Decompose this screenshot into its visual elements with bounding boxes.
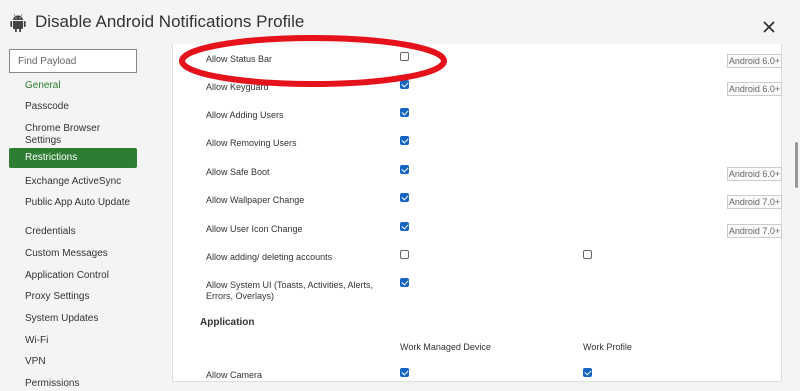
allow-user-icon-change-label: Allow User Icon Change (206, 224, 303, 234)
allow-adding-deleting-accounts-label: Allow adding/ deleting accounts (206, 252, 333, 262)
sidebar-item-custom-messages[interactable]: Custom Messages (9, 248, 137, 260)
allow-adding-users-label: Allow Adding Users (206, 110, 284, 120)
allow-adding-deleting-accounts-checkbox[interactable] (400, 250, 409, 259)
allow-wallpaper-change-checkbox[interactable] (400, 193, 409, 202)
sidebar-item-credentials[interactable]: Credentials (9, 226, 137, 238)
sidebar-item-application-control[interactable]: Application Control (9, 270, 137, 282)
restrictions-panel: Allow Status Bar Android 6.0+ Allow Keyg… (172, 44, 782, 382)
android-icon (10, 14, 26, 32)
sidebar-item-permissions[interactable]: Permissions (9, 378, 137, 390)
android-version-badge: Android 7.0+ (727, 224, 782, 238)
dialog-header: Disable Android Notifications Profile (0, 0, 800, 44)
search-input[interactable] (9, 49, 137, 73)
allow-adding-deleting-accounts-work-profile-checkbox[interactable] (583, 250, 592, 259)
scrollbar[interactable] (793, 44, 800, 391)
sidebar-item-general[interactable]: General (9, 80, 137, 92)
sidebar-item-vpn[interactable]: VPN (9, 356, 137, 368)
allow-keyguard-label: Allow Keyguard (206, 82, 269, 92)
sidebar-item-wi-fi[interactable]: Wi-Fi (9, 335, 137, 347)
sidebar-item-passcode[interactable]: Passcode (9, 101, 137, 113)
application-section-title: Application (200, 317, 255, 328)
android-version-badge: Android 6.0+ (727, 82, 782, 96)
allow-system-ui-checkbox[interactable] (400, 278, 409, 287)
allow-wallpaper-change-label: Allow Wallpaper Change (206, 195, 305, 205)
sidebar-item-public-app-auto-update[interactable]: Public App Auto Update (9, 197, 137, 209)
sidebar-item-exchange-activesync[interactable]: Exchange ActiveSync (9, 176, 137, 188)
allow-safe-boot-checkbox[interactable] (400, 165, 409, 174)
work-managed-device-column-header: Work Managed Device (400, 342, 491, 352)
scrollbar-thumb[interactable] (795, 142, 798, 188)
allow-adding-users-checkbox[interactable] (400, 108, 409, 117)
sidebar-item-proxy-settings[interactable]: Proxy Settings (9, 291, 137, 303)
sidebar-item-restrictions[interactable]: Restrictions (9, 148, 137, 168)
allow-removing-users-checkbox[interactable] (400, 136, 409, 145)
sidebar-item-system-updates[interactable]: System Updates (9, 313, 137, 325)
android-version-badge: Android 6.0+ (727, 54, 782, 68)
allow-keyguard-checkbox[interactable] (400, 80, 409, 89)
allow-status-bar-label: Allow Status Bar (206, 54, 273, 64)
allow-status-bar-checkbox[interactable] (400, 52, 409, 61)
work-profile-column-header: Work Profile (583, 342, 632, 352)
allow-removing-users-label: Allow Removing Users (206, 138, 297, 148)
allow-safe-boot-label: Allow Safe Boot (206, 167, 270, 177)
allow-camera-profile-checkbox[interactable] (583, 368, 592, 377)
android-version-badge: Android 6.0+ (727, 167, 782, 181)
sidebar-item-chrome-browser-settings[interactable]: Chrome Browser Settings (9, 123, 137, 147)
close-icon[interactable] (758, 16, 780, 38)
allow-camera-label: Allow Camera (206, 370, 263, 380)
android-version-badge: Android 7.0+ (727, 195, 782, 209)
allow-user-icon-change-checkbox[interactable] (400, 222, 409, 231)
payload-sidebar: General Passcode Chrome Browser Settings… (0, 44, 150, 391)
allow-camera-managed-checkbox[interactable] (400, 368, 409, 377)
allow-system-ui-label: Allow System UI (Toasts, Activities, Ale… (206, 280, 374, 301)
page-title: Disable Android Notifications Profile (35, 12, 305, 31)
